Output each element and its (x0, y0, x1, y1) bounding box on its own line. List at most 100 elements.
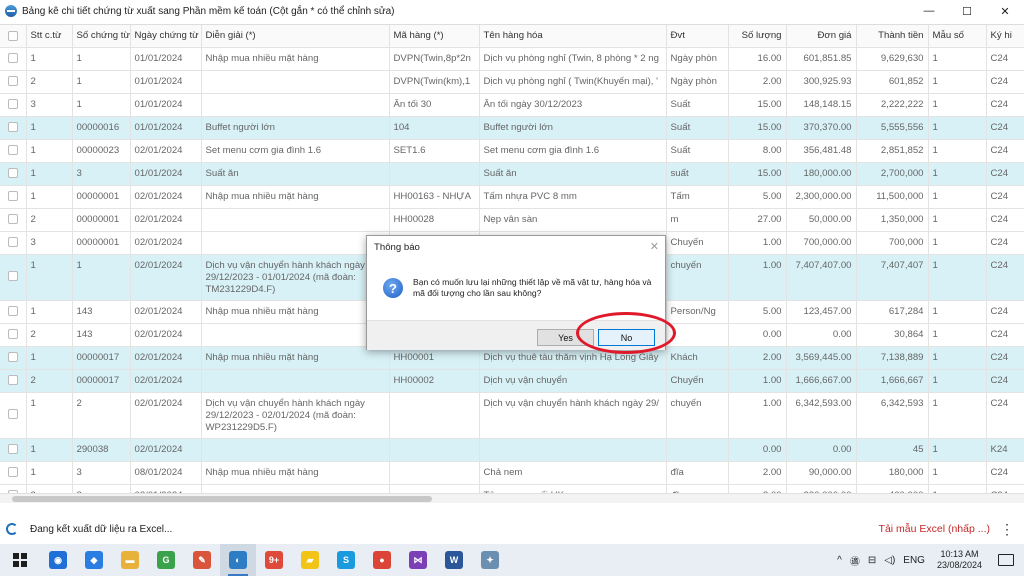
cell-item-code[interactable]: DVPN(Twin,8p*2n (389, 47, 480, 71)
dialog-close-icon[interactable]: ✕ (650, 240, 659, 253)
row-checkbox[interactable] (0, 185, 27, 209)
checkbox-icon[interactable] (7, 444, 18, 455)
cell-description[interactable] (201, 369, 390, 393)
volume-icon[interactable]: ◁) (884, 555, 895, 566)
cell-description[interactable] (201, 323, 390, 347)
checkbox-icon[interactable] (7, 329, 18, 340)
scrollbar-thumb[interactable] (12, 496, 432, 502)
cell-item-code[interactable]: 104 (389, 116, 480, 140)
row-checkbox[interactable] (0, 93, 27, 117)
column-header[interactable]: Số lượng (728, 25, 787, 48)
taskbar-app[interactable]: S (328, 544, 364, 576)
cell-description[interactable]: Nhập mua nhiều mặt hàng (201, 346, 390, 370)
checkbox-icon[interactable] (7, 99, 18, 110)
cell-description[interactable]: Dịch vụ vận chuyển hành khách ngày 29/12… (201, 392, 390, 439)
cell-item-code[interactable]: HH00028 (389, 208, 480, 232)
cell-item-code[interactable] (389, 162, 480, 186)
horizontal-scrollbar[interactable] (0, 493, 1024, 503)
column-header[interactable]: Thành tiền (856, 25, 929, 48)
taskbar-app[interactable]: ◐ (220, 544, 256, 576)
tray-chevron-icon[interactable]: ^ (837, 555, 842, 566)
cell-description[interactable] (201, 208, 390, 232)
checkbox-icon[interactable] (7, 53, 18, 64)
checkbox-icon[interactable] (7, 467, 18, 478)
checkbox-icon[interactable] (7, 214, 18, 225)
taskbar-app[interactable]: G (148, 544, 184, 576)
cell-description[interactable]: Set menu cơm gia đình 1.6 (201, 139, 390, 163)
taskbar-app[interactable]: 9+ (256, 544, 292, 576)
column-header[interactable]: Đơn giá (786, 25, 857, 48)
cell-description[interactable]: Dịch vụ vận chuyển hành khách ngày 29/12… (201, 254, 390, 301)
taskbar-app[interactable]: ⋈ (400, 544, 436, 576)
cell-description[interactable] (201, 231, 390, 255)
row-checkbox[interactable] (0, 438, 27, 462)
cell-item-code[interactable]: Ăn tối 30 (389, 93, 480, 117)
row-checkbox[interactable] (0, 323, 27, 347)
row-checkbox[interactable] (0, 231, 27, 255)
table-row[interactable]: 1 1 01/01/2024 Nhập mua nhiều mặt hàng DVPN(… (0, 47, 1024, 71)
checkbox-icon[interactable] (7, 271, 18, 282)
column-header[interactable]: Stt c.từ (26, 25, 73, 48)
column-header[interactable]: Ký hi (986, 25, 1024, 48)
table-row[interactable]: 1 290038 02/01/2024 0.00 0.00 45 1 K24 (0, 438, 1024, 462)
cell-description[interactable] (201, 93, 390, 117)
column-header[interactable]: Tên hàng hóa (479, 25, 667, 48)
cell-description[interactable]: Suất ăn (201, 162, 390, 186)
table-row[interactable]: 1 00000016 01/01/2024 Buffet người lớn 104 Bu… (0, 116, 1024, 140)
cell-item-code[interactable]: HH00002 (389, 369, 480, 393)
cell-item-code[interactable] (389, 392, 480, 439)
taskbar-app[interactable]: ✦ (472, 544, 508, 576)
row-checkbox[interactable] (0, 392, 27, 439)
taskbar-app[interactable]: ◆ (76, 544, 112, 576)
cell-description[interactable]: Nhập mua nhiều mặt hàng (201, 47, 390, 71)
checkbox-icon[interactable] (7, 375, 18, 386)
taskbar-app[interactable]: W (436, 544, 472, 576)
cell-item-code[interactable]: SET1.6 (389, 139, 480, 163)
ime-icon[interactable]: ㊜ (850, 553, 860, 568)
checkbox-icon[interactable] (7, 76, 18, 87)
column-header[interactable]: Mã hàng (*) (389, 25, 480, 48)
cell-description[interactable] (201, 70, 390, 94)
taskbar-app[interactable]: ▬ (112, 544, 148, 576)
cell-item-code[interactable] (389, 438, 480, 462)
network-icon[interactable]: ⊟ (868, 555, 876, 566)
more-options-icon[interactable]: ⋮ (1000, 521, 1014, 538)
row-checkbox[interactable] (0, 70, 27, 94)
checkbox-icon[interactable] (7, 145, 18, 156)
column-header[interactable]: Số chứng từ (72, 25, 131, 48)
row-checkbox[interactable] (0, 47, 27, 71)
table-row[interactable]: 1 00000023 02/01/2024 Set menu cơm gia đình… (0, 139, 1024, 163)
row-checkbox[interactable] (0, 369, 27, 393)
cell-description[interactable]: Nhập mua nhiều mặt hàng (201, 185, 390, 209)
checkbox-icon[interactable] (7, 306, 18, 317)
cell-description[interactable] (201, 438, 390, 462)
table-row[interactable]: 1 00000001 02/01/2024 Nhập mua nhiều mặt hà… (0, 185, 1024, 209)
checkbox-icon[interactable] (7, 122, 18, 133)
clock[interactable]: 10:13 AM 23/08/2024 (937, 549, 982, 571)
minimize-button[interactable]: — (910, 0, 948, 22)
table-row[interactable]: 2 00000017 02/01/2024 HH00002 Dịch vụ vận ch… (0, 369, 1024, 393)
row-checkbox[interactable] (0, 300, 27, 324)
start-button[interactable] (0, 544, 40, 576)
checkbox-icon[interactable] (7, 237, 18, 248)
checkbox-icon[interactable] (7, 409, 18, 420)
taskbar-app[interactable]: ◉ (40, 544, 76, 576)
cell-description[interactable]: Nhập mua nhiều mặt hàng (201, 461, 390, 485)
yes-button[interactable]: Yes (537, 329, 594, 346)
cell-description[interactable]: Nhập mua nhiều mặt hàng (201, 300, 390, 324)
row-checkbox[interactable] (0, 162, 27, 186)
row-checkbox[interactable] (0, 116, 27, 140)
table-row[interactable]: 2 1 01/01/2024 DVPN(Twin(km),1 Dịch vụ phòng… (0, 70, 1024, 94)
checkbox-icon[interactable] (7, 168, 18, 179)
select-all-checkbox[interactable] (0, 25, 27, 48)
maximize-button[interactable]: ☐ (948, 0, 986, 22)
table-row[interactable]: 1 3 08/01/2024 Nhập mua nhiều mặt hàng Chả n… (0, 461, 1024, 485)
close-button[interactable]: ✕ (986, 0, 1024, 22)
column-header[interactable]: Đvt (666, 25, 729, 48)
checkbox-icon[interactable] (7, 191, 18, 202)
cell-item-code[interactable]: DVPN(Twin(km),1 (389, 70, 480, 94)
table-row[interactable]: 1 3 01/01/2024 Suất ăn Suất ăn suất 15.00 180,0… (0, 162, 1024, 186)
table-row[interactable]: 3 1 01/01/2024 Ăn tối 30 Ăn tối ngày 30/12/2… (0, 93, 1024, 117)
row-checkbox[interactable] (0, 254, 27, 301)
taskbar-app[interactable]: ● (364, 544, 400, 576)
